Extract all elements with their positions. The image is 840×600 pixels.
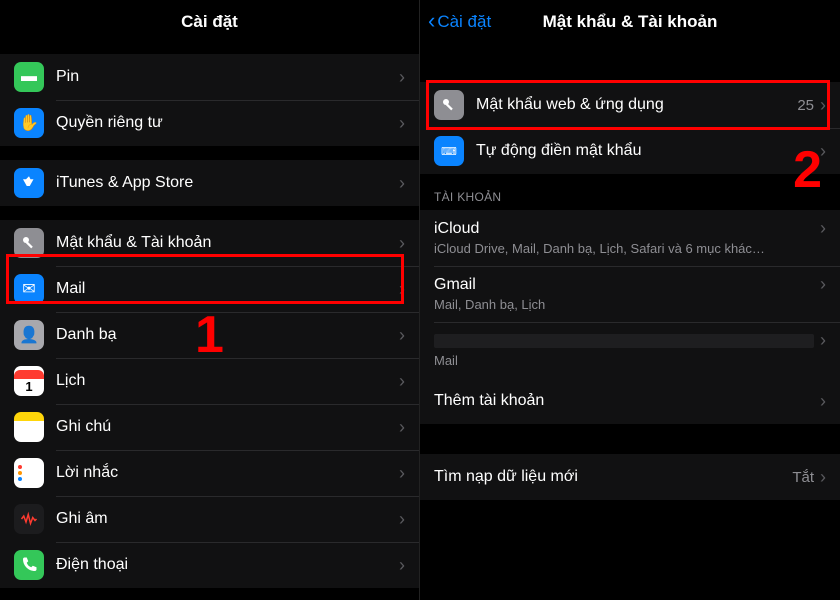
row-label: Mật khẩu web & ứng dụng bbox=[476, 96, 797, 114]
row-label: Mật khẩu & Tài khoản bbox=[56, 234, 393, 252]
row-label: Tự động điền mật khẩu bbox=[476, 142, 814, 160]
row-label: Ghi âm bbox=[56, 510, 393, 528]
account-sub: Mail, Danh bạ, Lịch bbox=[434, 297, 826, 312]
chevron-right-icon: › bbox=[820, 391, 826, 412]
chevron-right-icon: › bbox=[399, 173, 405, 194]
row-detail: Tắt bbox=[792, 469, 814, 486]
row-add-account[interactable]: Thêm tài khoản › bbox=[420, 378, 840, 424]
account-name: Gmail bbox=[434, 276, 814, 294]
pin-icon: ▬ bbox=[14, 62, 44, 92]
row-label: iTunes & App Store bbox=[56, 174, 393, 192]
step-number-2: 2 bbox=[793, 140, 822, 200]
row-label: Lịch bbox=[56, 372, 393, 390]
row-label: Ghi chú bbox=[56, 418, 393, 436]
accounts-group: iCloud › iCloud Drive, Mail, Danh bạ, Lị… bbox=[420, 210, 840, 424]
settings-group-1: iTunes & App Store › bbox=[0, 160, 419, 206]
fetch-group: Tìm nạp dữ liệu mới Tắt › bbox=[420, 454, 840, 500]
accounts-section-header: TÀI KHOẢN bbox=[420, 174, 840, 210]
phone-icon bbox=[14, 550, 44, 580]
row-autofill[interactable]: ⌨ Tự động điền mật khẩu › bbox=[420, 128, 840, 174]
row-label: Mail bbox=[56, 280, 393, 298]
voicememo-icon bbox=[14, 504, 44, 534]
account-name bbox=[434, 334, 814, 348]
step-number-1: 1 bbox=[195, 305, 224, 365]
contacts-icon: 👤 bbox=[14, 320, 44, 350]
row-label: Pin bbox=[56, 68, 393, 86]
key-icon bbox=[14, 228, 44, 258]
chevron-right-icon: › bbox=[399, 463, 405, 484]
chevron-right-icon: › bbox=[820, 274, 826, 295]
chevron-right-icon: › bbox=[399, 371, 405, 392]
account-icloud[interactable]: iCloud › iCloud Drive, Mail, Danh bạ, Lị… bbox=[420, 210, 840, 266]
chevron-right-icon: › bbox=[399, 555, 405, 576]
chevron-right-icon: › bbox=[820, 467, 826, 488]
chevron-right-icon: › bbox=[399, 233, 405, 254]
row-label: Lời nhắc bbox=[56, 464, 393, 482]
passwords-header: ‹ Cài đặt Mật khẩu & Tài khoản bbox=[420, 0, 840, 44]
key-icon bbox=[434, 90, 464, 120]
settings-header: Cài đặt bbox=[0, 0, 419, 44]
keyboard-icon: ⌨ bbox=[434, 136, 464, 166]
chevron-right-icon: › bbox=[399, 67, 405, 88]
row-label: Danh bạ bbox=[56, 326, 393, 344]
passwords-title: Mật khẩu & Tài khoản bbox=[543, 12, 718, 32]
chevron-right-icon: › bbox=[399, 509, 405, 530]
chevron-right-icon: › bbox=[399, 279, 405, 300]
appstore-icon bbox=[14, 168, 44, 198]
chevron-right-icon: › bbox=[820, 330, 826, 351]
chevron-right-icon: › bbox=[820, 95, 826, 116]
back-button[interactable]: ‹ Cài đặt bbox=[428, 0, 491, 44]
row-passwords-accounts[interactable]: Mật khẩu & Tài khoản › bbox=[0, 220, 419, 266]
row-web-passwords[interactable]: Mật khẩu web & ứng dụng 25 › bbox=[420, 82, 840, 128]
row-detail: 25 bbox=[797, 97, 814, 114]
settings-title: Cài đặt bbox=[181, 12, 238, 32]
notes-icon bbox=[14, 412, 44, 442]
row-privacy[interactable]: ✋ Quyền riêng tư › bbox=[0, 100, 419, 146]
account-sub: Mail bbox=[434, 353, 826, 368]
mail-icon: ✉ bbox=[14, 274, 44, 304]
settings-group-0: ▬ Pin › ✋ Quyền riêng tư › bbox=[0, 54, 419, 146]
chevron-right-icon: › bbox=[399, 325, 405, 346]
row-label: Điện thoại bbox=[56, 556, 393, 574]
settings-group-2: Mật khẩu & Tài khoản › ✉ Mail › 👤 Danh b… bbox=[0, 220, 419, 588]
row-label: Thêm tài khoản bbox=[434, 392, 814, 410]
chevron-right-icon: › bbox=[399, 417, 405, 438]
settings-panel: Cài đặt ▬ Pin › ✋ Quyền riêng tư › iTune… bbox=[0, 0, 420, 600]
row-label: Quyền riêng tư bbox=[56, 114, 393, 132]
row-reminders[interactable]: Lời nhắc › bbox=[0, 450, 419, 496]
row-voicememo[interactable]: Ghi âm › bbox=[0, 496, 419, 542]
account-hidden[interactable]: › Mail bbox=[420, 322, 840, 378]
hand-icon: ✋ bbox=[14, 108, 44, 138]
row-fetch[interactable]: Tìm nạp dữ liệu mới Tắt › bbox=[420, 454, 840, 500]
chevron-left-icon: ‹ bbox=[428, 10, 435, 32]
row-notes[interactable]: Ghi chú › bbox=[0, 404, 419, 450]
account-sub: iCloud Drive, Mail, Danh bạ, Lịch, Safar… bbox=[434, 241, 826, 256]
row-phone[interactable]: Điện thoại › bbox=[0, 542, 419, 588]
chevron-right-icon: › bbox=[820, 218, 826, 239]
reminders-icon bbox=[14, 458, 44, 488]
back-label: Cài đặt bbox=[437, 12, 491, 32]
account-name: iCloud bbox=[434, 220, 814, 238]
chevron-right-icon: › bbox=[399, 113, 405, 134]
passwords-panel: ‹ Cài đặt Mật khẩu & Tài khoản Mật khẩu … bbox=[420, 0, 840, 600]
passwords-group: Mật khẩu web & ứng dụng 25 › ⌨ Tự động đ… bbox=[420, 82, 840, 174]
row-appstore[interactable]: iTunes & App Store › bbox=[0, 160, 419, 206]
calendar-icon: 1 bbox=[14, 366, 44, 396]
row-label: Tìm nạp dữ liệu mới bbox=[434, 468, 792, 486]
account-gmail[interactable]: Gmail › Mail, Danh bạ, Lịch bbox=[420, 266, 840, 322]
row-pin[interactable]: ▬ Pin › bbox=[0, 54, 419, 100]
